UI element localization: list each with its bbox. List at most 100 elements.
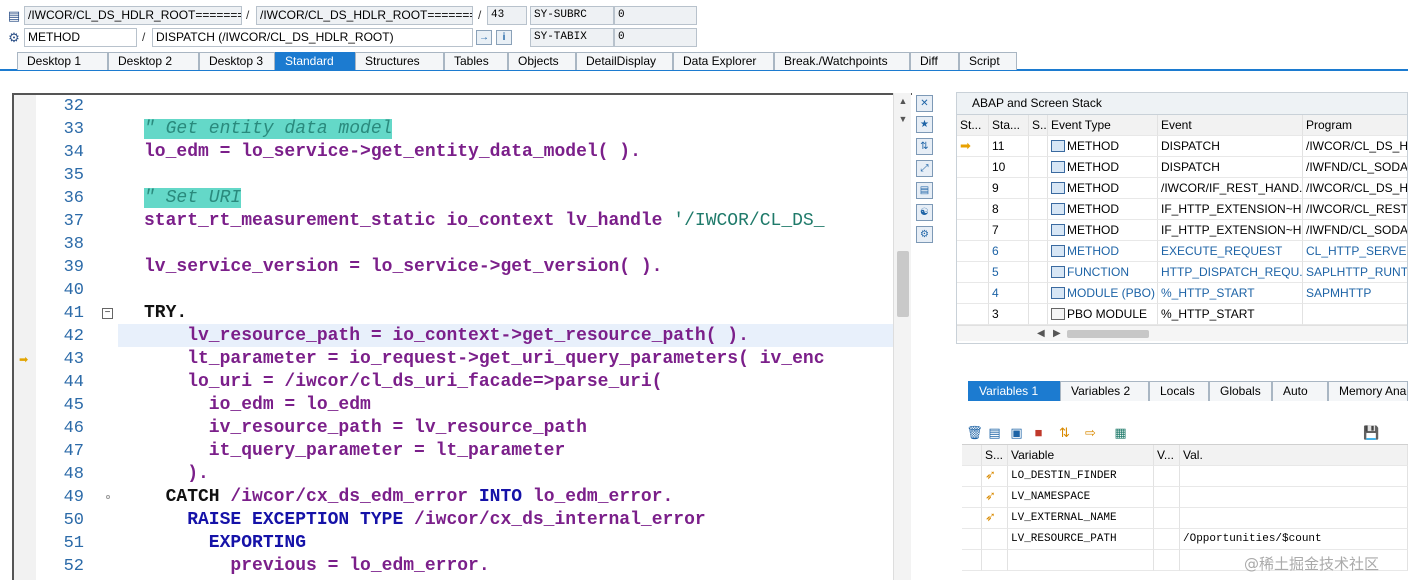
- variable-value[interactable]: [1180, 508, 1408, 529]
- variable-name[interactable]: LO_DESTIN_FINDER: [1008, 466, 1154, 487]
- column-header[interactable]: Event: [1158, 115, 1303, 136]
- save-icon[interactable]: 💾: [1363, 424, 1380, 441]
- scroll-left-icon[interactable]: ◀: [1037, 326, 1045, 342]
- row-selector[interactable]: [962, 487, 982, 508]
- tab-variables-1[interactable]: Variables 1: [968, 381, 1060, 401]
- tab-desktop-3[interactable]: Desktop 3: [199, 52, 275, 70]
- stack-status: [1029, 157, 1048, 178]
- line-number: 40: [63, 281, 84, 300]
- stack-event-type: PBO MODULE: [1048, 304, 1158, 325]
- layout-icon[interactable]: ▤: [916, 182, 933, 199]
- variable-name[interactable]: LV_RESOURCE_PATH: [1008, 529, 1154, 550]
- variable-name[interactable]: LV_EXTERNAL_NAME: [1008, 508, 1154, 529]
- tab-memory-analysis[interactable]: Memory Ana: [1328, 381, 1408, 401]
- swap-tool-icon[interactable]: ⇅: [916, 138, 933, 155]
- code-line-52: previous = lo_edm_error.: [144, 556, 490, 576]
- tab-detail-display[interactable]: DetailDisplay: [576, 52, 673, 70]
- stack-level: 7: [989, 220, 1029, 241]
- column-header[interactable]: Variable: [1008, 445, 1154, 466]
- editor-vertical-scrollbar[interactable]: ▲ ▼: [893, 93, 911, 580]
- filter-icon[interactable]: ▦: [1112, 424, 1129, 441]
- maximize-icon[interactable]: ⤢: [916, 160, 933, 177]
- tab-break-watchpoints[interactable]: Break./Watchpoints: [774, 52, 910, 70]
- variable-name[interactable]: LV_NAMESPACE: [1008, 487, 1154, 508]
- line-number: 47: [63, 442, 84, 461]
- stack-program: /IWCOR/CL_REST_: [1303, 199, 1407, 220]
- tab-objects[interactable]: Objects: [508, 52, 576, 70]
- method-icon: [1051, 161, 1065, 173]
- stack-level: 4: [989, 283, 1029, 304]
- source-code-editor[interactable]: 32 33 34 35 36 37 38 39 40 41 42 43 44 4…: [12, 93, 912, 580]
- export-icon[interactable]: ▣: [1008, 424, 1025, 441]
- scroll-down-small-icon[interactable]: ▼: [894, 111, 912, 127]
- tab-auto[interactable]: Auto: [1272, 381, 1328, 401]
- navigate-source-icon[interactable]: →: [476, 30, 492, 45]
- scroll-right-icon[interactable]: ▶: [1053, 326, 1061, 342]
- code-line-48: ).: [144, 464, 209, 484]
- row-selector[interactable]: [962, 550, 982, 571]
- scroll-thumb[interactable]: [1067, 330, 1149, 338]
- stack-marker: [957, 157, 989, 178]
- line-number: 37: [63, 212, 84, 231]
- code-line-45: io_edm = lo_edm: [144, 395, 371, 415]
- breakpoint-gutter[interactable]: [14, 95, 36, 580]
- variable-value[interactable]: /Opportunities/$count: [1180, 529, 1408, 550]
- column-header[interactable]: Program: [1303, 115, 1407, 136]
- separator: /: [246, 8, 250, 22]
- tab-desktop-2[interactable]: Desktop 2: [108, 52, 199, 70]
- column-header[interactable]: Val.: [1180, 445, 1408, 466]
- row-selector[interactable]: [962, 466, 982, 487]
- tab-structures[interactable]: Structures: [355, 52, 444, 70]
- close-pane-icon[interactable]: ✕: [916, 95, 933, 112]
- tab-globals[interactable]: Globals: [1209, 381, 1272, 401]
- tab-data-explorer[interactable]: Data Explorer: [673, 52, 774, 70]
- transfer-icon[interactable]: ⇨: [1082, 424, 1099, 441]
- event-type-text: METHOD: [1067, 202, 1119, 216]
- program-info-row: ▤ /IWCOR/CL_DS_HDLR_ROOT=======… / /IWCO…: [0, 5, 700, 26]
- variable-view: [1154, 466, 1180, 487]
- stack-level: 10: [989, 157, 1029, 178]
- column-header[interactable]: St...: [957, 115, 989, 136]
- code-line-42: lv_resource_path = io_context->get_resou…: [144, 326, 749, 346]
- desktop-tab-bar: Desktop 1 Desktop 2 Desktop 3 Standard S…: [0, 51, 1408, 71]
- row-selector[interactable]: [962, 508, 982, 529]
- variable-view: [1154, 487, 1180, 508]
- column-header[interactable]: S...: [1029, 115, 1048, 136]
- clear-icon[interactable]: ■: [1030, 424, 1047, 441]
- row-selector[interactable]: [962, 529, 982, 550]
- new-tool-icon[interactable]: ★: [916, 116, 933, 133]
- tab-script[interactable]: Script: [959, 52, 1017, 70]
- tool-settings-icon[interactable]: ⚙: [916, 226, 933, 243]
- variable-name[interactable]: [1008, 550, 1154, 571]
- code-keyword: TRY.: [144, 303, 188, 323]
- fold-toggle-icon[interactable]: −: [102, 308, 113, 319]
- info-icon[interactable]: i: [496, 30, 512, 45]
- variable-value[interactable]: [1180, 487, 1408, 508]
- code-line-34: lo_edm = lo_service->get_entity_data_mod…: [144, 142, 641, 162]
- separator: /: [478, 8, 482, 22]
- variable-status: ➶: [982, 466, 1008, 487]
- column-header[interactable]: Sta...: [989, 115, 1029, 136]
- sy-subrc-label: SY-SUBRC: [530, 6, 614, 25]
- import-icon[interactable]: ▤: [986, 424, 1003, 441]
- column-header[interactable]: V...: [1154, 445, 1180, 466]
- scroll-up-icon[interactable]: ▲: [894, 93, 912, 109]
- tab-variables-2[interactable]: Variables 2: [1060, 381, 1149, 401]
- tab-desktop-1[interactable]: Desktop 1: [17, 52, 108, 70]
- stack-event-type: METHOD: [1048, 157, 1158, 178]
- column-header[interactable]: Event Type: [1048, 115, 1158, 136]
- scroll-thumb[interactable]: [897, 251, 909, 317]
- tab-diff[interactable]: Diff: [910, 52, 959, 70]
- column-header[interactable]: S...: [982, 445, 1008, 466]
- tab-tables[interactable]: Tables: [444, 52, 508, 70]
- tab-locals[interactable]: Locals: [1149, 381, 1209, 401]
- services-icon[interactable]: ☯: [916, 204, 933, 221]
- stack-horizontal-scrollbar[interactable]: ◀ ▶: [957, 325, 1407, 342]
- variable-value[interactable]: [1180, 466, 1408, 487]
- sort-icon[interactable]: ⇅: [1056, 424, 1073, 441]
- event-type-text: METHOD: [1067, 244, 1119, 258]
- variable-view: [1154, 508, 1180, 529]
- delete-icon[interactable]: 🗑: [966, 424, 983, 441]
- tab-standard[interactable]: Standard: [275, 52, 355, 70]
- event-type-text: METHOD: [1067, 181, 1119, 195]
